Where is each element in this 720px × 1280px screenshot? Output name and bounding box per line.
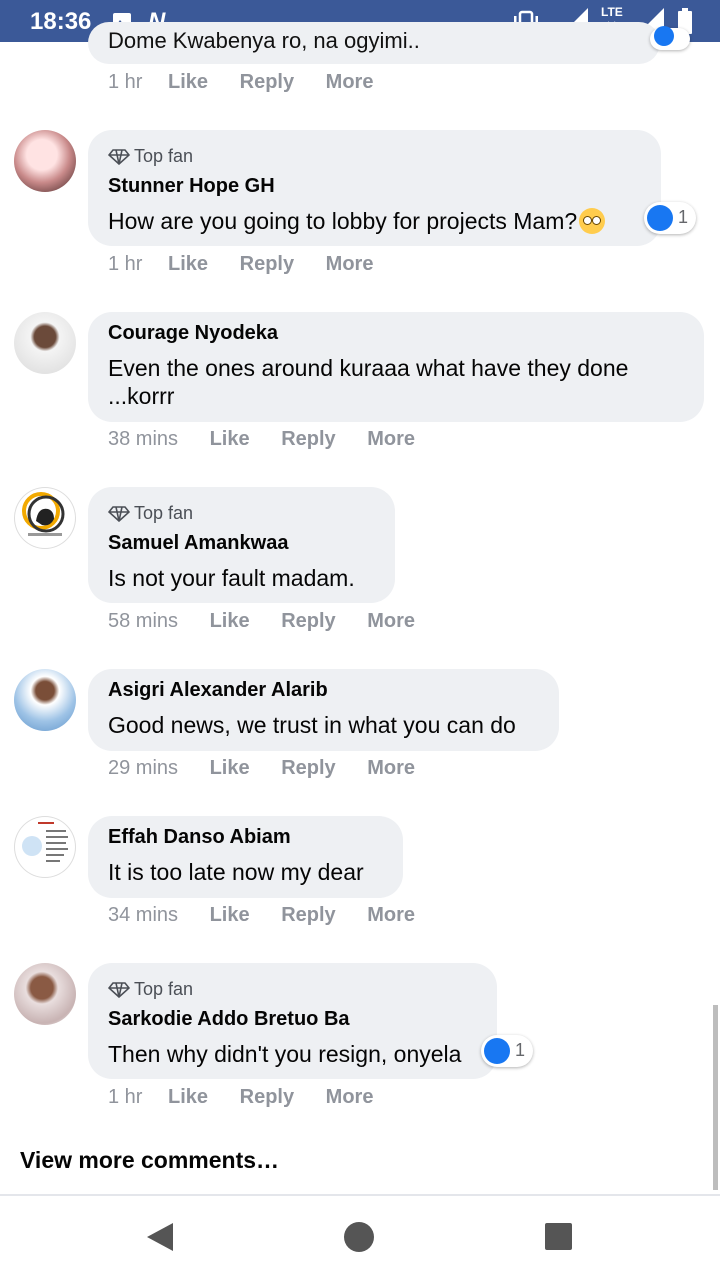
reply-button[interactable]: Reply bbox=[281, 904, 335, 927]
status-time: 18:36 bbox=[30, 8, 92, 35]
like-reaction-icon bbox=[647, 205, 673, 231]
reaction-badge[interactable] bbox=[650, 26, 690, 50]
comment-bubble: Top fan Stunner Hope GH How are you goin… bbox=[88, 130, 661, 246]
reply-button[interactable]: Reply bbox=[281, 757, 335, 780]
top-fan-label: Top fan bbox=[134, 979, 194, 999]
comment-time: 1 hr bbox=[108, 1086, 143, 1108]
avatar[interactable] bbox=[14, 130, 76, 192]
reaction-badge[interactable]: 1 bbox=[644, 202, 696, 234]
comment-actions: 34 mins Like Reply More bbox=[108, 904, 415, 927]
network-label: LTE bbox=[601, 5, 623, 19]
diamond-icon bbox=[107, 506, 131, 523]
comment-bubble-partial: Dome Kwabenya ro, na ogyimi.. bbox=[88, 22, 660, 64]
comment-actions: 29 mins Like Reply More bbox=[108, 757, 415, 780]
more-button[interactable]: More bbox=[367, 428, 415, 451]
commenter-name[interactable]: Samuel Amankwaa bbox=[108, 532, 288, 555]
reply-button[interactable]: Reply bbox=[281, 428, 335, 451]
navigation-bar bbox=[0, 1196, 720, 1280]
comment-text: Good news, we trust in what you can do bbox=[108, 712, 516, 738]
reply-button[interactable]: Reply bbox=[240, 253, 294, 276]
comment-time: 1 hr bbox=[108, 71, 143, 93]
comment-actions: 58 mins Like Reply More bbox=[108, 610, 415, 633]
comment-time: 29 mins bbox=[108, 757, 179, 779]
comment-bubble: Top fan Samuel Amankwaa Is not your faul… bbox=[88, 487, 395, 603]
like-reaction-icon bbox=[654, 26, 674, 46]
view-more-comments-link[interactable]: View more comments… bbox=[20, 1147, 279, 1174]
reaction-count: 1 bbox=[515, 1040, 526, 1060]
comment-text: Then why didn't you resign, onyela bbox=[108, 1041, 462, 1067]
more-button[interactable]: More bbox=[326, 1086, 374, 1109]
like-button[interactable]: Like bbox=[168, 71, 208, 94]
reaction-badge[interactable]: 1 bbox=[481, 1035, 533, 1067]
reaction-count: 1 bbox=[678, 207, 689, 227]
reply-button[interactable]: Reply bbox=[281, 610, 335, 633]
home-icon[interactable] bbox=[344, 1222, 374, 1252]
reply-button[interactable]: Reply bbox=[240, 1086, 294, 1109]
more-button[interactable]: More bbox=[367, 757, 415, 780]
avatar[interactable] bbox=[14, 312, 76, 374]
comment-actions: 1 hr Like Reply More bbox=[108, 253, 373, 276]
like-button[interactable]: Like bbox=[210, 757, 250, 780]
commenter-name[interactable]: Sarkodie Addo Bretuo Ba bbox=[108, 1008, 350, 1031]
diamond-icon bbox=[107, 982, 131, 999]
comment-text-wrap: How are you going to lobby for projects … bbox=[108, 207, 606, 235]
comment-bubble: Top fan Sarkodie Addo Bretuo Ba Then why… bbox=[88, 963, 497, 1079]
more-button[interactable]: More bbox=[326, 253, 374, 276]
comment-time: 38 mins bbox=[108, 428, 179, 450]
comment-bubble: Asigri Alexander Alarib Good news, we tr… bbox=[88, 669, 559, 751]
commenter-name[interactable]: Effah Danso Abiam bbox=[108, 826, 291, 849]
more-button[interactable]: More bbox=[367, 610, 415, 633]
top-fan-badge: Top fan bbox=[107, 146, 194, 167]
more-button[interactable]: More bbox=[367, 904, 415, 927]
more-button[interactable]: More bbox=[326, 71, 374, 94]
comment-actions: 38 mins Like Reply More bbox=[108, 428, 415, 451]
eye-roll-emoji-icon bbox=[579, 208, 606, 234]
comment-bubble: Courage Nyodeka Even the ones around kur… bbox=[88, 312, 704, 422]
avatar[interactable] bbox=[14, 487, 76, 549]
back-icon[interactable] bbox=[145, 1221, 175, 1253]
diamond-icon bbox=[107, 149, 131, 166]
comment-time: 1 hr bbox=[108, 253, 143, 275]
like-reaction-icon bbox=[484, 1038, 510, 1064]
comment-text: How are you going to lobby for projects … bbox=[108, 208, 578, 234]
top-fan-label: Top fan bbox=[134, 146, 194, 166]
like-button[interactable]: Like bbox=[210, 428, 250, 451]
like-button[interactable]: Like bbox=[210, 904, 250, 927]
recent-apps-icon[interactable] bbox=[545, 1223, 572, 1250]
reply-button[interactable]: Reply bbox=[240, 71, 294, 94]
comment-time: 58 mins bbox=[108, 610, 179, 632]
comment-bubble: Effah Danso Abiam It is too late now my … bbox=[88, 816, 403, 898]
comment-text: Is not your fault madam. bbox=[108, 565, 355, 591]
comment-actions: 1 hr Like Reply More bbox=[108, 1086, 373, 1109]
avatar[interactable] bbox=[14, 816, 76, 878]
farm-logo-icon bbox=[22, 492, 65, 536]
like-button[interactable]: Like bbox=[210, 610, 250, 633]
top-fan-label: Top fan bbox=[134, 503, 194, 523]
commenter-name[interactable]: Asigri Alexander Alarib bbox=[108, 679, 328, 702]
avatar[interactable] bbox=[14, 669, 76, 731]
comment-text: It is too late now my dear bbox=[108, 859, 364, 885]
top-fan-badge: Top fan bbox=[107, 979, 194, 1000]
scrollbar[interactable] bbox=[713, 1005, 718, 1190]
avatar[interactable] bbox=[14, 963, 76, 1025]
comment-text: Dome Kwabenya ro, na ogyimi.. bbox=[108, 28, 420, 53]
comment-time: 34 mins bbox=[108, 904, 179, 926]
quote-image-icon bbox=[22, 822, 68, 862]
like-button[interactable]: Like bbox=[168, 253, 208, 276]
commenter-name[interactable]: Stunner Hope GH bbox=[108, 175, 275, 198]
commenter-name[interactable]: Courage Nyodeka bbox=[108, 322, 278, 345]
comment-text: Even the ones around kuraaa what have th… bbox=[108, 355, 629, 409]
like-button[interactable]: Like bbox=[168, 1086, 208, 1109]
top-fan-badge: Top fan bbox=[107, 503, 194, 524]
comment-actions: 1 hr Like Reply More bbox=[108, 71, 373, 94]
